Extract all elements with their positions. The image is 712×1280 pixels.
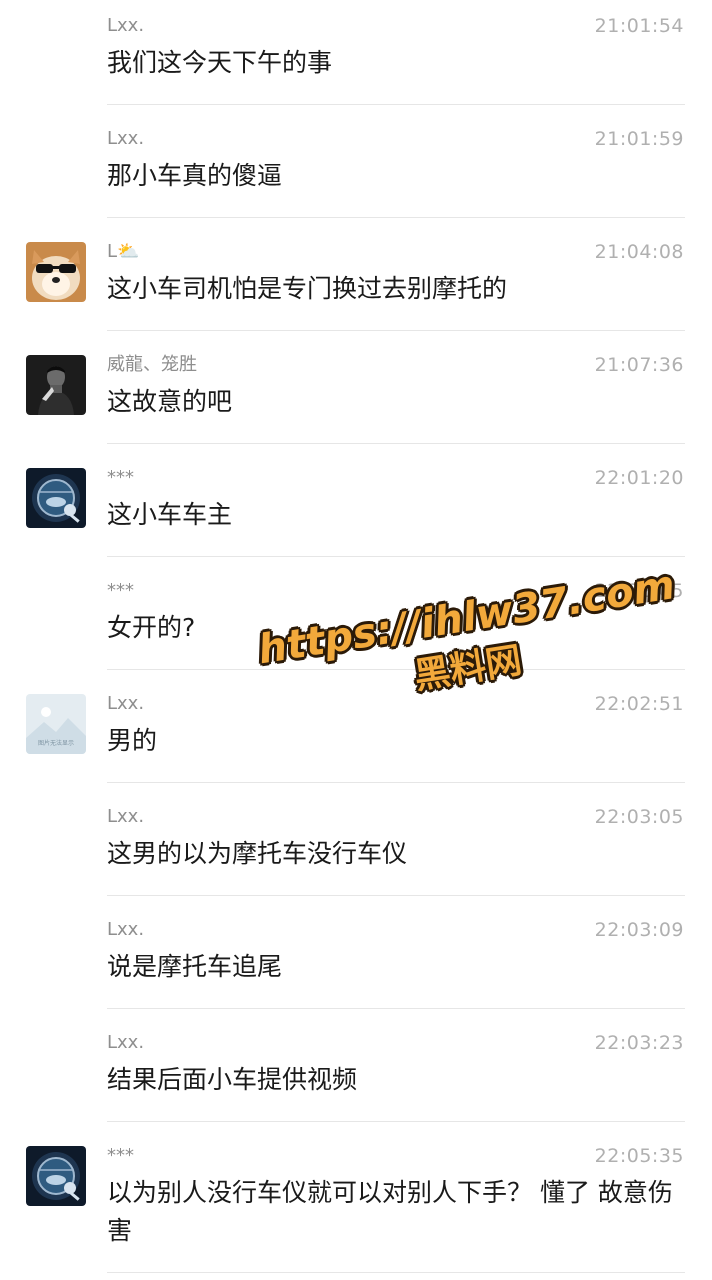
image-failed-avatar[interactable]: 图片无法显示 [26,694,86,754]
sender-name: *** [107,1145,134,1166]
man-portrait-avatar[interactable] [26,355,86,415]
sender-name: 威龍、笼胜 [107,354,197,375]
message-text: 结果后面小车提供视频 [107,1065,358,1094]
divider [107,895,685,896]
message-text: 这男的以为摩托车没行车仪 [107,839,408,868]
divider [107,1272,685,1273]
message-item[interactable]: *** 22:01:20 这小车车主 [0,452,712,565]
dog-sunglasses-avatar[interactable] [26,242,86,302]
message-time: 22:01:20 [594,467,684,489]
message-text: 这故意的吧 [107,387,233,416]
divider [107,217,685,218]
message-time: 21:01:54 [594,15,684,37]
space-porthole-avatar[interactable] [26,468,86,528]
message-text: 我们这今天下午的事 [107,48,333,77]
sender-name: Lxx. [107,15,145,36]
message-time: 21:07:36 [594,354,684,376]
space-porthole-avatar[interactable] [26,1146,86,1206]
sender-name: Lxx. [107,806,145,827]
message-text: 这小车车主 [107,500,233,529]
message-text: 男的 [107,726,158,755]
message-item[interactable]: Lxx. 22:03:05 这男的以为摩托车没行车仪 [0,791,712,904]
message-text: 女开的? [107,613,196,642]
message-time: 22:03:05 [594,806,684,828]
message-text: 以为别人没行车仪就可以对别人下手？ 懂了 故意伤害 [107,1178,673,1245]
message-time: 21:04:08 [594,241,684,263]
divider [107,1008,685,1009]
sender-name: L⛅ [107,241,140,262]
message-time: 22:03:23 [594,1032,684,1054]
message-item[interactable]: L⛅ 21:04:08 这小车司机怕是专门换过去别摩托的 [0,226,712,339]
message-time: 22:02:51 [594,693,684,715]
message-item[interactable]: *** 22:02:05 女开的? [0,565,712,678]
sender-name: Lxx. [107,1032,145,1053]
message-item[interactable]: Lxx. 22:03:23 结果后面小车提供视频 [0,1017,712,1130]
divider [107,330,685,331]
sender-name: *** [107,467,134,488]
message-item[interactable]: 图片无法显示 Lxx. 22:02:51 男的 [0,678,712,791]
image-failed-caption: 图片无法显示 [37,740,74,747]
divider [107,104,685,105]
divider [107,1121,685,1122]
divider [107,782,685,783]
sender-name: Lxx. [107,128,145,149]
message-time: 22:03:09 [594,919,684,941]
sender-name: *** [107,580,134,601]
message-time: 21:01:59 [594,128,684,150]
message-text: 这小车司机怕是专门换过去别摩托的 [107,274,508,303]
message-text: 那小车真的傻逼 [107,161,283,190]
divider [107,556,685,557]
message-time: 22:05:35 [594,1145,684,1167]
divider [107,443,685,444]
message-item[interactable]: Lxx. 22:03:09 说是摩托车追尾 [0,904,712,1017]
message-text: 说是摩托车追尾 [107,952,283,981]
sun-cloud-emoji-icon: ⛅ [117,241,140,262]
message-item[interactable]: *** 22:05:35 以为别人没行车仪就可以对别人下手？ 懂了 故意伤害 [0,1130,712,1280]
message-item[interactable]: Lxx. 21:01:54 我们这今天下午的事 [0,0,712,113]
sender-name: Lxx. [107,693,145,714]
sender-name: Lxx. [107,919,145,940]
message-time: 22:02:05 [594,580,684,602]
message-item[interactable]: Lxx. 21:01:59 那小车真的傻逼 [0,113,712,226]
message-item[interactable]: 威龍、笼胜 21:07:36 这故意的吧 [0,339,712,452]
divider [107,669,685,670]
